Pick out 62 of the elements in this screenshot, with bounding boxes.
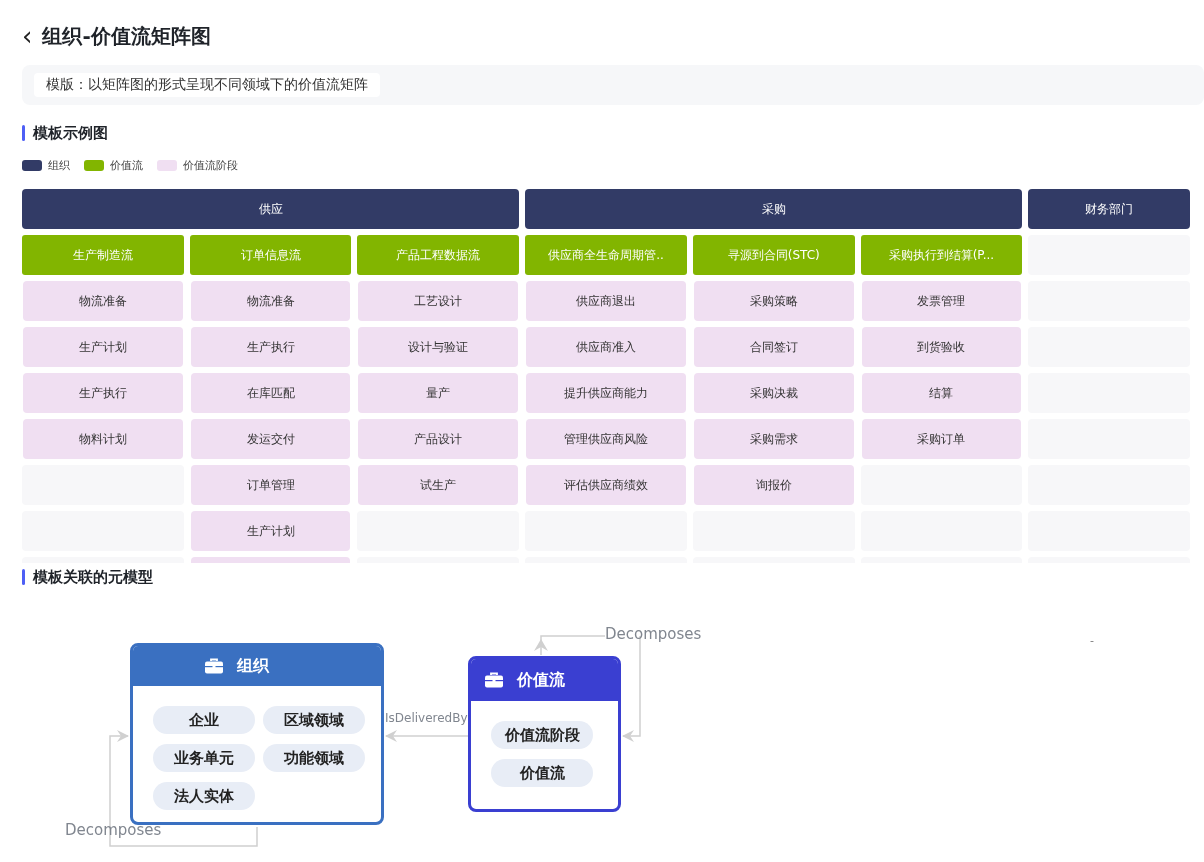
attribute-chip: 价值流 bbox=[491, 759, 593, 787]
stage-cell: 管理供应商风险 bbox=[526, 419, 686, 459]
stage-cell: 生产执行 bbox=[23, 373, 183, 413]
back-icon[interactable]: ‹ bbox=[22, 23, 33, 49]
value-stream-header: 产品工程数据流 bbox=[357, 235, 520, 275]
stage-cell: 提升供应商能力 bbox=[526, 373, 686, 413]
connector-label: Decomposes bbox=[65, 821, 162, 839]
entity-title: 价值流 bbox=[517, 669, 565, 691]
stage-cell: 采购需求 bbox=[693, 419, 854, 459]
stage-cell: 产品设计 bbox=[358, 419, 519, 459]
entity-title: 组织 bbox=[237, 655, 269, 677]
stage-cell: 采购订单 bbox=[861, 419, 1022, 459]
section-title: 模板关联的元模型 bbox=[33, 567, 153, 587]
arrow-head-icon bbox=[534, 639, 548, 651]
dash-mark: - bbox=[1090, 634, 1094, 647]
stage-cell: 采购决裁 bbox=[693, 373, 854, 413]
briefcase-icon bbox=[485, 672, 503, 688]
stage-cell: 设计与验证 bbox=[358, 327, 519, 367]
organization-header: 供应 bbox=[22, 189, 520, 229]
section-title: 模板示例图 bbox=[33, 123, 108, 143]
stage-cell: 供应商准入 bbox=[526, 327, 686, 367]
organization-header: 采购 bbox=[525, 189, 1023, 229]
stage-cell: 发票管理 bbox=[861, 281, 1022, 321]
attribute-chip: 业务单元 bbox=[153, 744, 255, 772]
stage-cell: 量产 bbox=[358, 373, 519, 413]
attribute-chip: 法人实体 bbox=[153, 782, 255, 810]
legend-label: 价值流 bbox=[110, 157, 143, 173]
connector-label: IsDeliveredBy bbox=[385, 711, 468, 725]
stage-cell: 生产计划 bbox=[23, 327, 183, 367]
attribute-chip: 价值流阶段 bbox=[491, 721, 593, 749]
briefcase-icon bbox=[205, 658, 223, 674]
page-title: 组织-价值流矩阵图 bbox=[42, 22, 211, 50]
attribute-chip: 企业 bbox=[153, 706, 255, 734]
organization-header: 财务部门 bbox=[1028, 189, 1190, 229]
legend-label: 价值流阶段 bbox=[183, 157, 238, 173]
description-text: 模版：以矩阵图的形式呈现不同领域下的价值流矩阵 bbox=[34, 73, 380, 97]
value-stream-header: 订单信息流 bbox=[189, 235, 352, 275]
value-stream-header: 生产制造流 bbox=[22, 235, 184, 275]
stage-cell: 生产执行 bbox=[190, 327, 351, 367]
connector-label: Decomposes bbox=[605, 625, 702, 643]
stage-cell: 采购策略 bbox=[693, 281, 854, 321]
stage-cell: 合同签订 bbox=[693, 327, 854, 367]
stage-cell: 物流准备 bbox=[190, 281, 351, 321]
stage-cell: 生产计划 bbox=[190, 511, 351, 551]
stage-cell: 询报价 bbox=[693, 465, 854, 505]
attribute-chip: 功能领域 bbox=[263, 744, 365, 772]
stage-cell: 发运交付 bbox=[190, 419, 351, 459]
stage-cell: 到货验收 bbox=[861, 327, 1022, 367]
stage-cell: 结算 bbox=[861, 373, 1022, 413]
stage-cell: 评估供应商绩效 bbox=[526, 465, 686, 505]
stage-cell: 试生产 bbox=[358, 465, 519, 505]
stage-cell: 供应商退出 bbox=[526, 281, 686, 321]
value-stream-header: 寻源到合同(STC) bbox=[692, 235, 855, 275]
value-stream-header: 采购执行到结算(P... bbox=[860, 235, 1023, 275]
stage-cell: 物料计划 bbox=[23, 419, 183, 459]
stage-cell: 在库匹配 bbox=[190, 373, 351, 413]
stage-cell: 工艺设计 bbox=[358, 281, 519, 321]
attribute-chip: 区域领域 bbox=[263, 706, 365, 734]
stage-cell: 物流准备 bbox=[23, 281, 183, 321]
value-stream-header: 供应商全生命周期管.. bbox=[525, 235, 687, 275]
legend-label: 组织 bbox=[48, 157, 70, 173]
stage-cell: 订单管理 bbox=[190, 465, 351, 505]
